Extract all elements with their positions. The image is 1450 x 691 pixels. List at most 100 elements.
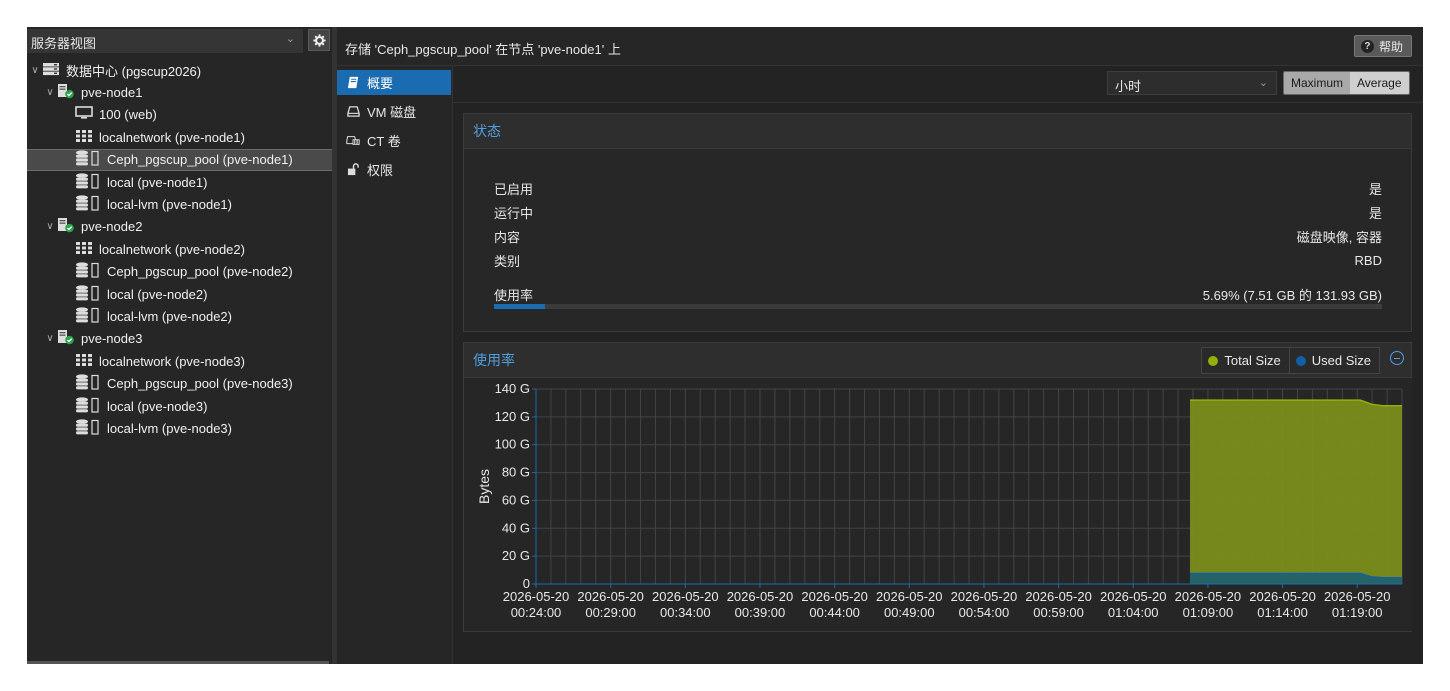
maximum-button[interactable]: Maximum: [1284, 72, 1351, 94]
tree-item-vm[interactable]: 100 (web): [27, 104, 332, 126]
tree-item-storage[interactable]: local-lvm (pve-node1): [27, 193, 332, 215]
gear-icon: [312, 33, 326, 47]
node-icon: [57, 217, 75, 236]
chart-legend: Total Size Used Size: [1201, 347, 1380, 374]
tree-item-label: pve-node3: [81, 331, 143, 347]
datacenter-icon: [42, 62, 60, 79]
tree-item-storage[interactable]: local-lvm (pve-node2): [27, 305, 332, 327]
nav-item-3[interactable]: 权限: [337, 157, 451, 182]
y-tick-label: 40 G: [502, 520, 530, 535]
network-icon: [75, 129, 93, 146]
x-tick-date: 2026-05-20: [1324, 589, 1391, 604]
status-key: 已启用: [494, 181, 534, 197]
tree-item-node[interactable]: ∨ pve-node2: [27, 216, 332, 238]
nav-item-label: VM 磁盘: [367, 105, 417, 120]
tree-item-label: local-lvm (pve-node2): [107, 308, 232, 324]
page-title: 存储 'Ceph_pgscup_pool' 在节点 'pve-node1' 上: [345, 42, 621, 57]
x-tick-time: 00:24:00: [511, 605, 562, 620]
chevron-down-icon: ⌄: [1258, 77, 1268, 89]
tree-item-storage[interactable]: local (pve-node1): [27, 171, 332, 193]
usage-progress-fill: [494, 304, 545, 309]
tree-item-node[interactable]: ∨ pve-node3: [27, 328, 332, 350]
x-tick-time: 01:09:00: [1183, 605, 1234, 620]
horizontal-scrollbar[interactable]: [27, 661, 329, 664]
tree-item-storage[interactable]: local (pve-node3): [27, 395, 332, 417]
tree-item-storage[interactable]: Ceph_pgscup_pool (pve-node1): [27, 148, 332, 171]
question-icon: ?: [1360, 39, 1374, 53]
tree-settings-button[interactable]: [308, 29, 330, 51]
x-tick-time: 00:34:00: [660, 605, 711, 620]
series-area-total-size: [1189, 400, 1402, 584]
expand-toggle-icon[interactable]: ∨: [45, 333, 55, 344]
y-tick-label: 80 G: [502, 465, 530, 480]
x-tick-time: 00:29:00: [585, 605, 636, 620]
node-icon: [57, 329, 75, 348]
node-icon: [57, 83, 75, 102]
help-label: 帮助: [1378, 39, 1403, 54]
y-tick-label: 20 G: [502, 548, 530, 563]
tree-item-label: local-lvm (pve-node1): [107, 196, 232, 212]
x-tick-time: 00:54:00: [959, 605, 1010, 620]
nav-item-2[interactable]: CT 卷: [337, 128, 451, 153]
nav-item-1[interactable]: VM 磁盘: [337, 99, 451, 124]
side-navigation: 概要 VM 磁盘 CT 卷权限: [337, 66, 453, 664]
help-button[interactable]: ? 帮助: [1353, 35, 1412, 57]
x-tick-date: 2026-05-20: [801, 589, 868, 604]
storage-icon: [75, 284, 101, 304]
legend-item-total-size[interactable]: Total Size: [1202, 348, 1288, 373]
tree-item-label: 数据中心 (pgscup2026): [66, 63, 202, 79]
unlock-icon: [346, 163, 360, 176]
expand-toggle-icon[interactable]: ∨: [45, 221, 55, 232]
legend-total-label: Total Size: [1224, 353, 1281, 368]
tree-item-storage[interactable]: Ceph_pgscup_pool (pve-node3): [27, 373, 332, 395]
tree-item-network[interactable]: localnetwork (pve-node2): [27, 238, 332, 260]
tree-item-label: local (pve-node2): [107, 286, 208, 302]
tree-item-storage[interactable]: local-lvm (pve-node3): [27, 417, 332, 439]
tree-item-node[interactable]: ∨ pve-node1: [27, 81, 332, 103]
legend-item-used-size[interactable]: Used Size: [1288, 348, 1379, 373]
x-tick-time: 01:19:00: [1332, 605, 1383, 620]
tree-item-network[interactable]: localnetwork (pve-node3): [27, 350, 332, 372]
tree-item-label: Ceph_pgscup_pool (pve-node2): [107, 264, 293, 280]
x-tick-date: 2026-05-20: [951, 589, 1018, 604]
tree-item-storage[interactable]: local (pve-node2): [27, 283, 332, 305]
x-tick-date: 2026-05-20: [652, 589, 719, 604]
storage-icon: [75, 172, 101, 192]
usage-value: 5.69% (7.51 GB 的 131.93 GB): [1202, 287, 1382, 303]
storage-icon: [75, 396, 101, 416]
tree-item-datacenter[interactable]: ∨ 数据中心 (pgscup2026): [27, 59, 332, 81]
tree-item-network[interactable]: localnetwork (pve-node1): [27, 126, 332, 148]
average-button[interactable]: Average: [1350, 72, 1409, 94]
tree-item-label: 100 (web): [99, 107, 157, 123]
y-tick-label: 100 G: [495, 437, 530, 452]
collapse-icon[interactable]: [1390, 351, 1404, 365]
status-value: 是: [1368, 205, 1382, 221]
x-tick-time: 00:49:00: [884, 605, 935, 620]
x-tick-date: 2026-05-20: [1100, 589, 1167, 604]
usage-chart: 0 20 G 40 G 60 G 80 G 100 G 120 G 140 G 2026-05-…: [464, 378, 1412, 631]
usage-progress-bar: [494, 304, 1382, 309]
resource-tree-panel: 服务器视图 ⌄ ∨ 数据中心 (pgscup2026) ∨ pve-node1 100 …: [27, 27, 332, 664]
x-tick-date: 2026-05-20: [1249, 589, 1316, 604]
status-panel: 状态 已启用是运行中是内容 磁盘映像, 容器 类别 RBD 使用率 5.69% (7.…: [463, 113, 1412, 332]
chevron-down-icon: ⌄: [285, 33, 295, 45]
tree-item-label: pve-node1: [81, 84, 143, 100]
tree-item-storage[interactable]: Ceph_pgscup_pool (pve-node2): [27, 261, 332, 283]
status-key: 内容: [494, 229, 521, 245]
x-tick-date: 2026-05-20: [577, 589, 644, 604]
nav-item-label: 概要: [367, 76, 394, 91]
x-tick-time: 00:59:00: [1033, 605, 1084, 620]
summary-toolbar: 小时 ⌄ Maximum Average: [453, 66, 1423, 103]
vm-icon: [75, 106, 93, 123]
status-row: 内容 磁盘映像, 容器: [494, 226, 1382, 246]
nav-item-0[interactable]: 概要: [337, 70, 451, 95]
book-icon: [346, 76, 360, 89]
expand-toggle-icon[interactable]: ∨: [30, 65, 40, 76]
timeframe-select[interactable]: 小时 ⌄: [1107, 71, 1277, 95]
status-value: 是: [1368, 181, 1382, 197]
legend-used-label: Used Size: [1311, 353, 1371, 368]
y-tick-label: 120 G: [495, 409, 530, 424]
expand-toggle-icon[interactable]: ∨: [45, 87, 55, 98]
view-selector[interactable]: 服务器视图 ⌄: [27, 29, 303, 53]
x-tick-time: 00:44:00: [809, 605, 860, 620]
